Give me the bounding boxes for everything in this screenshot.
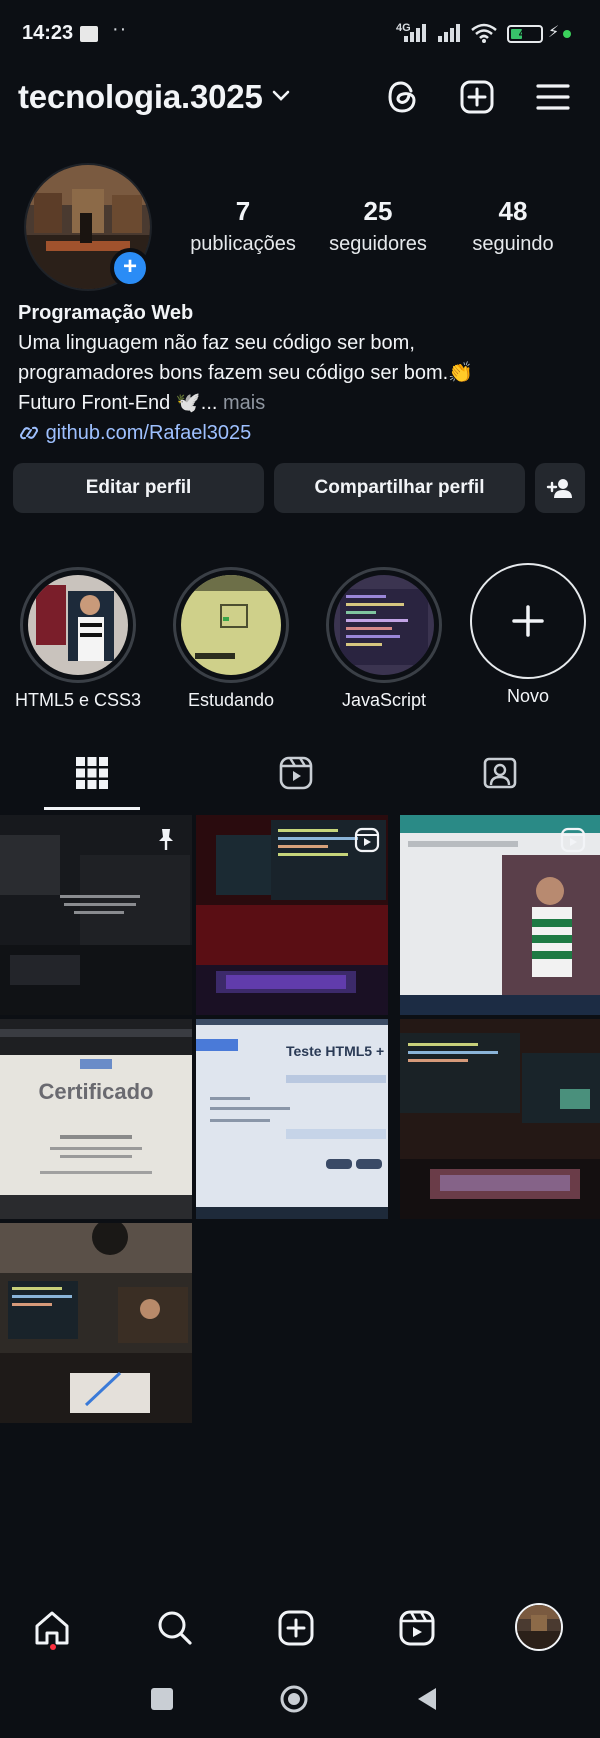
threads-icon[interactable] [384, 78, 422, 116]
post-text: Teste HTML5 + CSS3 [286, 1043, 388, 1059]
bio-line: programadores bons fazem seu código ser … [18, 362, 474, 384]
post-thumbnail[interactable] [400, 1019, 600, 1219]
grid-icon[interactable] [74, 755, 110, 791]
search-icon[interactable] [155, 1608, 195, 1648]
home-icon[interactable] [32, 1608, 72, 1648]
highlight-label: HTML5 e CSS3 [14, 690, 142, 710]
edit-profile-button[interactable]: Editar perfil [13, 463, 264, 513]
discover-people-button[interactable] [535, 463, 585, 513]
home-button-icon[interactable] [278, 1683, 310, 1715]
recent-apps-icon[interactable] [151, 1688, 173, 1710]
signal-icon-2 [438, 24, 466, 42]
highlight-html5-css3[interactable] [20, 567, 136, 683]
stat-followers[interactable]: 25 seguidores [318, 196, 438, 256]
highlight-javascript[interactable] [326, 567, 442, 683]
active-tab-indicator [44, 807, 140, 810]
reel-badge-icon [354, 827, 380, 853]
tagged-icon[interactable] [482, 755, 518, 791]
reels-icon[interactable] [397, 1608, 437, 1648]
notification-dot [50, 1644, 56, 1650]
create-icon[interactable] [276, 1608, 316, 1648]
profile-link[interactable]: github.com/Rafael3025 [18, 418, 588, 448]
post-text: Certificado [38, 1079, 154, 1104]
reels-tab-icon[interactable] [278, 755, 314, 791]
add-person-icon [546, 479, 572, 498]
calendar-icon [80, 26, 98, 42]
highlight-label: JavaScript [341, 690, 427, 710]
profile-username[interactable]: tecnologia.3025 [18, 78, 263, 116]
highlight-label-new: Novo [506, 686, 550, 706]
post-thumbnail[interactable] [0, 1223, 192, 1423]
wifi-icon [471, 23, 497, 43]
battery-icon: 41 [507, 25, 543, 43]
privacy-indicator [563, 30, 571, 38]
more-button[interactable]: mais [223, 392, 265, 414]
post-thumbnail[interactable]: Certificado [0, 1019, 192, 1219]
status-dots: ·· [112, 18, 128, 40]
signal-icon [404, 24, 432, 42]
status-time: 14:23 [22, 22, 74, 44]
post-thumbnail[interactable] [400, 815, 600, 1015]
add-story-button[interactable]: + [110, 248, 150, 288]
status-bar: 14:23 ·· 4G 41 ⚡ [0, 0, 600, 70]
share-profile-button[interactable]: Compartilhar perfil [274, 463, 525, 513]
new-highlight-button[interactable] [470, 563, 586, 679]
bio-line: Futuro Front-End 🕊️... mais [18, 392, 266, 414]
profile-bio: Programação Web Uma linguagem não faz se… [18, 298, 588, 448]
highlight-label: Estudando [187, 690, 275, 710]
menu-icon[interactable] [534, 78, 572, 116]
add-post-icon[interactable] [458, 78, 496, 116]
profile-name: Programação Web [18, 302, 194, 324]
post-thumbnail[interactable]: Teste HTML5 + CSS3 [196, 1019, 388, 1219]
charging-icon: ⚡ [548, 24, 560, 41]
reel-badge-icon [560, 827, 586, 853]
bio-line: Uma linguagem não faz seu código ser bom… [18, 332, 415, 354]
chevron-down-icon[interactable] [272, 90, 290, 102]
stat-posts[interactable]: 7 publicações [183, 196, 303, 256]
link-icon [19, 426, 39, 440]
pin-icon [159, 829, 173, 850]
clapping-emoji: 👏 [448, 362, 474, 384]
profile-avatar-nav[interactable] [515, 1603, 563, 1651]
post-thumbnail[interactable] [196, 815, 388, 1015]
back-icon[interactable] [414, 1686, 440, 1712]
post-thumbnail[interactable] [0, 815, 192, 1015]
stat-following[interactable]: 48 seguindo [453, 196, 573, 256]
dove-emoji: 🕊️ [175, 392, 201, 414]
highlight-estudando[interactable] [173, 567, 289, 683]
